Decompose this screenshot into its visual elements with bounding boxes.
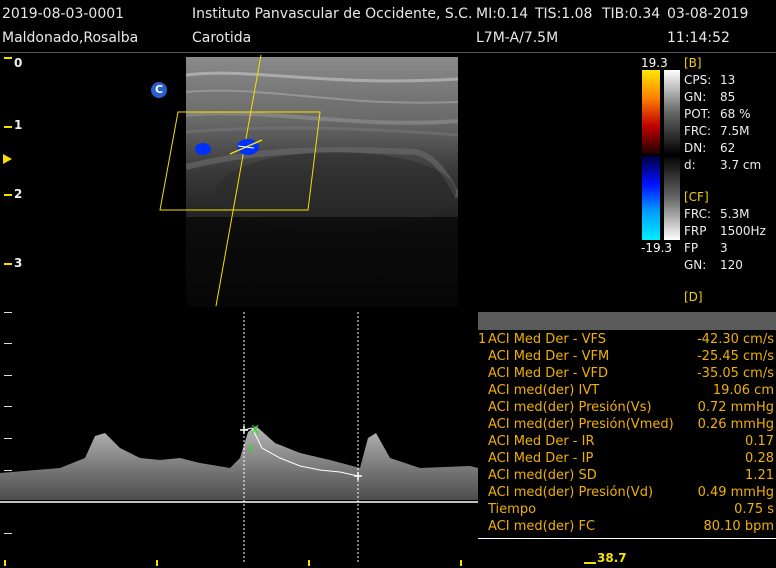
color-bar-max: 19.3: [641, 56, 668, 70]
svg-text:X: X: [247, 444, 254, 455]
depth-tick-3: [4, 263, 12, 265]
measurement-row: ACI med(der) Presión(Vs) 0.72 mmHg: [488, 400, 774, 415]
svg-text:X: X: [251, 423, 259, 437]
spectral-doppler-trace[interactable]: X X: [0, 308, 478, 564]
exam-time: 11:14:52: [667, 30, 730, 46]
measurement-row: ACI med(der) SD 1.21: [488, 468, 774, 483]
param-b-gain: GN: 85: [684, 90, 736, 104]
depth-tick-0: [4, 57, 12, 59]
measurement-row: 1 ACI Med Der - VFS -42.30 cm/s: [478, 332, 774, 347]
param-b-frequency: FRC: 7.5M: [684, 124, 750, 138]
cf-section-title: [CF]: [684, 190, 709, 204]
depth-label-0: 0: [14, 56, 23, 70]
param-cf-prf: FRP 1500Hz: [684, 224, 766, 238]
focus-marker-icon: [3, 154, 12, 164]
institution-name: Instituto Panvascular de Occidente, S.C.: [192, 6, 473, 22]
probe-label: L7M-A/7.5M: [476, 30, 559, 46]
time-axis-tick: [308, 560, 310, 566]
patient-name: Maldonado,Rosalba: [2, 30, 139, 46]
measurement-row: ACI Med Der - VFD -35.05 cm/s: [488, 366, 774, 381]
color-doppler-box[interactable]: [150, 50, 330, 310]
readout-marker: [584, 562, 596, 564]
time-axis-tick: [460, 560, 462, 566]
measurement-row: ACI med(der) IVT 19.06 cm: [488, 383, 774, 398]
measurement-row: ACI med(der) Presión(Vmed) 0.26 mmHg: [488, 417, 774, 432]
header-divider: [0, 52, 776, 53]
time-axis-tick: [156, 560, 158, 566]
color-bar-positive: [642, 70, 660, 154]
depth-label-1: 1: [14, 118, 23, 132]
exam-date: 03-08-2019: [667, 6, 749, 22]
measurement-row: ACI Med Der - IP 0.28: [488, 451, 774, 466]
measurement-row: ACI Med Der - IR 0.17: [488, 434, 774, 449]
param-b-dynamic-range: DN: 62: [684, 141, 736, 155]
param-cf-frequency: FRC: 5.3M: [684, 207, 750, 221]
param-b-cps: CPS: 13: [684, 73, 736, 87]
color-bar-negative: [642, 156, 660, 240]
measurement-row: ACI Med Der - VFM -25.45 cm/s: [488, 349, 774, 364]
measurement-row: Tiempo 0.75 s: [488, 502, 774, 517]
bottom-readout: 38.7: [597, 551, 627, 565]
patient-id: 2019-08-03-0001: [2, 6, 125, 22]
time-axis-tick: [4, 560, 6, 566]
param-b-depth: d: 3.7 cm: [684, 158, 762, 172]
b-mode-section-title: [B]: [684, 56, 702, 70]
depth-tick-2: [4, 194, 12, 196]
measurement-panel-header: [478, 312, 776, 330]
depth-tick-1: [4, 126, 12, 128]
exam-type: Carotida: [192, 30, 252, 46]
param-b-power: POT: 68 %: [684, 107, 751, 121]
param-cf-fp: FP 3: [684, 241, 728, 255]
measurement-panel-divider: [478, 538, 776, 539]
gray-map-bar: [664, 70, 680, 240]
depth-label-2: 2: [14, 187, 23, 201]
measurement-row: ACI med(der) Presión(Vd) 0.49 mmHg: [488, 485, 774, 500]
param-cf-gain: GN: 120: [684, 258, 743, 272]
depth-label-3: 3: [14, 256, 23, 270]
thermal-index-soft: TIS:1.08: [535, 6, 593, 22]
measurement-row: ACI med(der) FC 80.10 bpm: [488, 519, 774, 534]
mechanical-index: MI:0.14: [476, 6, 529, 22]
color-bar-min: -19.3: [641, 241, 673, 255]
d-section-title: [D]: [684, 290, 703, 304]
thermal-index-bone: TIB:0.34: [602, 6, 661, 22]
